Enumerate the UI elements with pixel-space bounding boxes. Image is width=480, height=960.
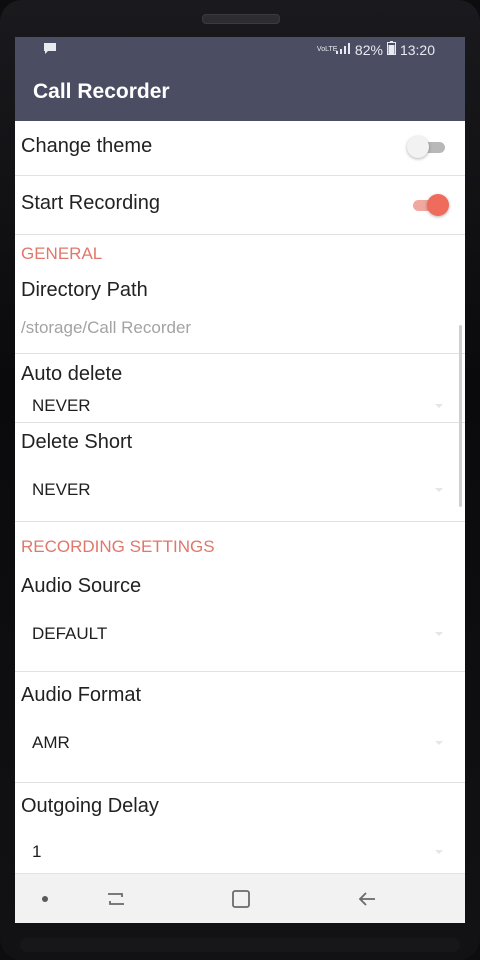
directory-path-value: /storage/Call Recorder — [21, 318, 192, 337]
delete-short-value: NEVER — [32, 480, 91, 499]
start-recording-switch[interactable] — [411, 194, 449, 216]
screen: VoLTE 82% 13:20 Call Recorder Change the… — [15, 37, 465, 923]
start-recording-row[interactable]: Start Recording — [15, 176, 465, 234]
app-bar: Call Recorder — [15, 63, 465, 121]
change-theme-row[interactable]: Change theme — [15, 121, 465, 175]
chevron-down-icon — [435, 632, 443, 636]
dot-icon[interactable] — [32, 886, 58, 912]
outgoing-delay-row[interactable]: Outgoing Delay 1 — [15, 783, 465, 873]
audio-source-value: DEFAULT — [32, 624, 108, 643]
clock: 13:20 — [399, 41, 435, 58]
battery-percent: 82% — [354, 41, 383, 58]
speaker-grille — [202, 14, 280, 24]
start-recording-label: Start Recording — [21, 192, 160, 214]
phone-frame: VoLTE 82% 13:20 Call Recorder Change the… — [0, 0, 480, 960]
battery-icon — [386, 41, 396, 58]
audio-source-row[interactable]: Audio Source DEFAULT — [15, 565, 465, 671]
home-icon[interactable] — [228, 886, 254, 912]
change-theme-label: Change theme — [21, 135, 153, 157]
audio-source-label: Audio Source — [21, 575, 142, 597]
status-bar: VoLTE 82% 13:20 — [15, 37, 465, 63]
scrollbar[interactable] — [459, 325, 462, 507]
general-section-header: GENERAL — [21, 244, 103, 263]
recording-settings-section-header: RECORDING SETTINGS — [21, 537, 215, 556]
delete-short-row[interactable]: Delete Short NEVER — [15, 423, 465, 521]
auto-delete-row[interactable]: Auto delete NEVER — [15, 354, 465, 422]
auto-delete-value: NEVER — [32, 396, 91, 415]
delete-short-label: Delete Short — [21, 431, 133, 453]
app-title: Call Recorder — [33, 80, 170, 103]
chevron-down-icon — [435, 850, 443, 854]
settings-list: Change theme Start Recording GENERAL Dir… — [15, 121, 465, 873]
back-icon[interactable] — [354, 886, 380, 912]
change-theme-switch[interactable] — [407, 136, 447, 158]
audio-format-value: AMR — [32, 733, 70, 752]
divider — [15, 521, 465, 522]
audio-format-row[interactable]: Audio Format AMR — [15, 672, 465, 782]
signal-icon — [335, 42, 351, 58]
chevron-down-icon — [435, 488, 443, 492]
chevron-down-icon — [435, 404, 443, 408]
auto-delete-label: Auto delete — [21, 363, 123, 385]
directory-path-label: Directory Path — [21, 279, 148, 301]
outgoing-delay-value: 1 — [32, 842, 42, 861]
message-icon — [43, 42, 57, 58]
navigation-bar — [15, 873, 465, 923]
phone-chin — [20, 938, 460, 952]
chevron-down-icon — [435, 741, 443, 745]
outgoing-delay-label: Outgoing Delay — [21, 795, 159, 817]
audio-format-label: Audio Format — [21, 684, 142, 706]
recent-apps-icon[interactable] — [103, 886, 129, 912]
directory-path-row[interactable]: Directory Path /storage/Call Recorder — [15, 271, 465, 353]
divider — [15, 234, 465, 235]
volte-icon: VoLTE — [316, 46, 338, 53]
